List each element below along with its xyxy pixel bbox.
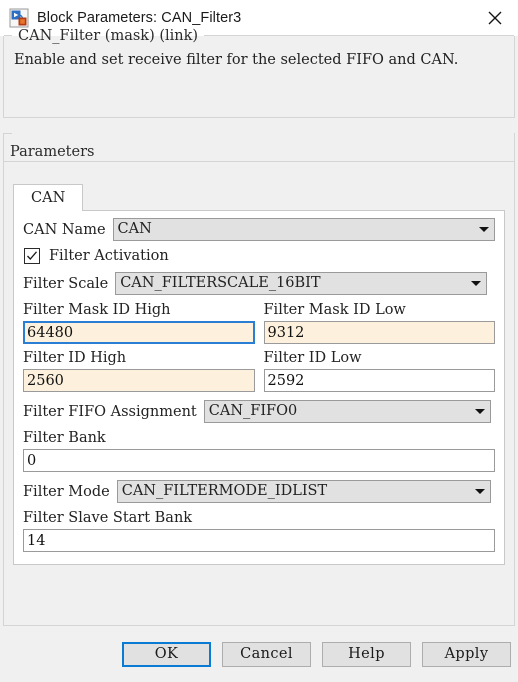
filter-mode-row: Filter Mode CAN_FILTERMODE_IDLIST bbox=[23, 480, 495, 503]
block-parameters-dialog: Block Parameters: CAN_Filter3 CAN_Filter… bbox=[0, 0, 518, 682]
filter-fifo-assignment-label: Filter FIFO Assignment bbox=[23, 403, 197, 420]
mask-description-legend-row: CAN_Filter (mask) (link) bbox=[4, 27, 514, 45]
mask-description-legend: CAN_Filter (mask) (link) bbox=[18, 28, 199, 44]
dialog-body: CAN_Filter (mask) (link) Enable and set … bbox=[0, 28, 518, 626]
chevron-down-icon bbox=[470, 489, 490, 494]
filter-scale-value: CAN_FILTERSCALE_16BIT bbox=[120, 275, 321, 291]
filter-mode-dropdown[interactable]: CAN_FILTERMODE_IDLIST bbox=[116, 480, 491, 503]
filter-id-low-input[interactable] bbox=[263, 369, 495, 392]
filter-mode-label: Filter Mode bbox=[23, 483, 110, 500]
cancel-button[interactable]: Cancel bbox=[222, 641, 311, 667]
parameters-legend: Parameters bbox=[10, 144, 95, 160]
filter-activation-label: Filter Activation bbox=[49, 248, 169, 264]
filter-scale-row: Filter Scale CAN_FILTERSCALE_16BIT bbox=[23, 272, 495, 295]
legend-rule-right bbox=[204, 35, 514, 45]
filter-slave-start-bank-group: Filter Slave Start Bank bbox=[23, 510, 495, 552]
dialog-button-bar: OK Cancel Help Apply bbox=[0, 626, 518, 682]
parameters-legend-row: Parameters bbox=[4, 133, 514, 171]
filter-mode-value: CAN_FILTERMODE_IDLIST bbox=[121, 483, 328, 499]
can-name-dropdown[interactable]: CAN bbox=[112, 218, 495, 241]
filter-activation-row[interactable]: Filter Activation bbox=[24, 248, 495, 264]
filter-activation-checkbox[interactable] bbox=[24, 248, 40, 264]
filter-mask-id-high-input[interactable] bbox=[23, 321, 255, 344]
filter-slave-start-bank-input[interactable] bbox=[23, 529, 495, 552]
filter-bank-input[interactable] bbox=[23, 449, 495, 472]
chevron-down-icon bbox=[466, 281, 486, 286]
ok-button[interactable]: OK bbox=[122, 641, 211, 667]
filter-bank-label: Filter Bank bbox=[23, 430, 106, 446]
chevron-down-icon bbox=[474, 227, 494, 232]
apply-button[interactable]: Apply bbox=[422, 641, 511, 667]
filter-mask-id-low-group: Filter Mask ID Low bbox=[263, 302, 495, 344]
filter-bank-group: Filter Bank bbox=[23, 430, 495, 472]
can-name-label: CAN Name bbox=[23, 221, 106, 238]
filter-id-high-input[interactable] bbox=[23, 369, 255, 392]
simulink-block-icon bbox=[9, 8, 29, 28]
filter-id-high-group: Filter ID High bbox=[23, 350, 255, 392]
help-button[interactable]: Help bbox=[322, 641, 411, 667]
filter-slave-start-bank-label: Filter Slave Start Bank bbox=[23, 510, 193, 526]
filter-scale-dropdown[interactable]: CAN_FILTERSCALE_16BIT bbox=[115, 272, 488, 295]
mask-id-row: Filter Mask ID High Filter Mask ID Low bbox=[23, 302, 495, 344]
mask-description-group: CAN_Filter (mask) (link) Enable and set … bbox=[3, 28, 515, 118]
filter-id-high-label: Filter ID High bbox=[23, 350, 127, 366]
filter-id-low-label: Filter ID Low bbox=[263, 350, 362, 366]
filter-mask-id-low-input[interactable] bbox=[263, 321, 495, 344]
legend-rule-right bbox=[4, 161, 514, 171]
window-title: Block Parameters: CAN_Filter3 bbox=[37, 10, 242, 26]
filter-mask-id-low-label: Filter Mask ID Low bbox=[263, 302, 406, 318]
parameters-group: Parameters CAN CAN Name CAN Filter Activ… bbox=[3, 133, 515, 626]
legend-rule-left bbox=[4, 35, 12, 45]
filter-scale-label: Filter Scale bbox=[23, 275, 109, 292]
tab-panel-can: CAN Name CAN Filter Activation Filter Sc… bbox=[13, 210, 505, 565]
tab-strip: CAN bbox=[13, 183, 514, 211]
filter-fifo-assignment-dropdown[interactable]: CAN_FIFO0 bbox=[203, 400, 491, 423]
can-name-value: CAN bbox=[117, 221, 152, 237]
can-name-row: CAN Name CAN bbox=[23, 218, 495, 241]
legend-rule-left bbox=[4, 133, 12, 143]
close-icon bbox=[488, 11, 502, 25]
tab-can[interactable]: CAN bbox=[13, 184, 84, 211]
filter-fifo-assignment-value: CAN_FIFO0 bbox=[208, 403, 298, 419]
filter-id-low-group: Filter ID Low bbox=[263, 350, 495, 392]
chevron-down-icon bbox=[470, 409, 490, 414]
filter-fifo-assignment-row: Filter FIFO Assignment CAN_FIFO0 bbox=[23, 400, 495, 423]
filter-mask-id-high-label: Filter Mask ID High bbox=[23, 302, 171, 318]
mask-description-text: Enable and set receive filter for the se… bbox=[14, 52, 459, 68]
filter-id-row: Filter ID High Filter ID Low bbox=[23, 350, 495, 392]
filter-mask-id-high-group: Filter Mask ID High bbox=[23, 302, 255, 344]
